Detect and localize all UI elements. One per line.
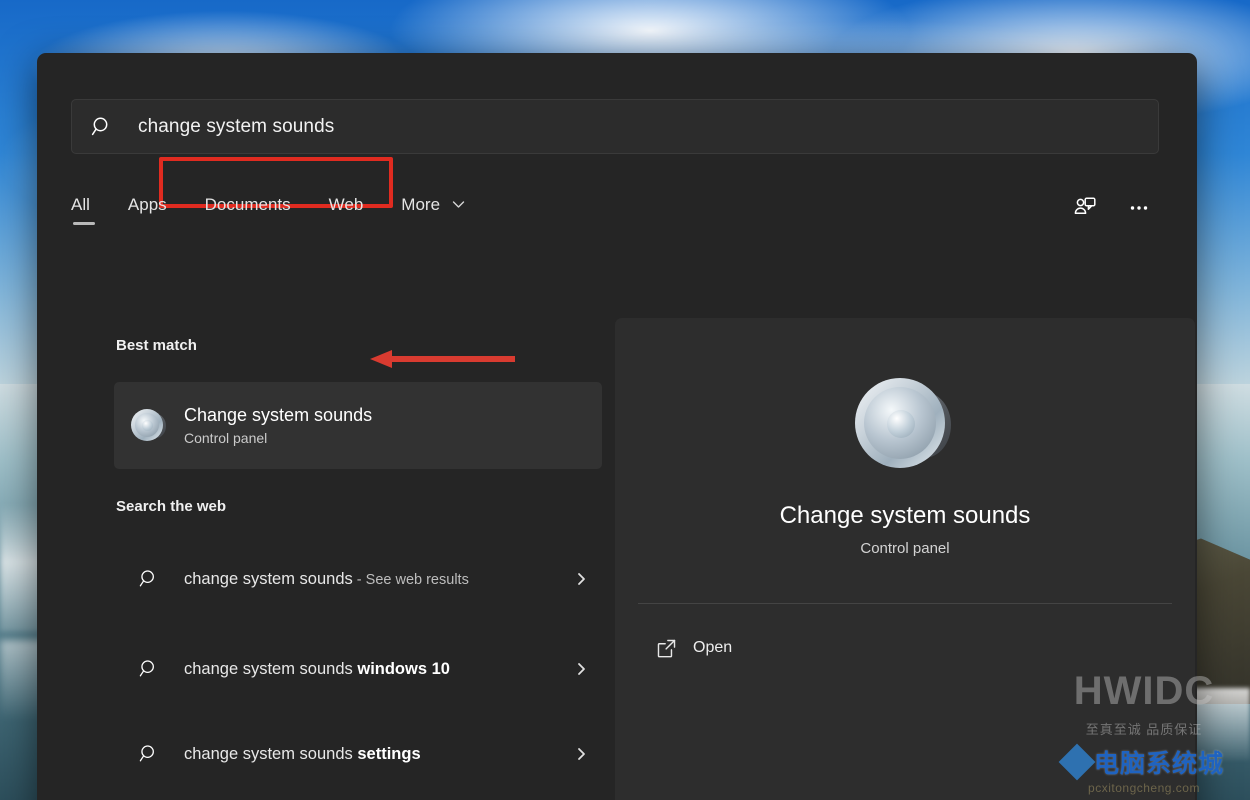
best-match-result-item[interactable]: Change system sounds Control panel (114, 382, 602, 469)
chevron-down-icon (452, 198, 465, 212)
preview-subtitle: Control panel (615, 540, 1195, 557)
preview-pane: Change system sounds Control panel Open (615, 318, 1195, 800)
search-flyout-panel: All Apps Documents Web More (37, 53, 1197, 800)
tab-documents[interactable]: Documents (205, 191, 291, 225)
tab-apps[interactable]: Apps (128, 191, 167, 225)
search-icon (72, 115, 132, 139)
web-suggestion-text: change system sounds windows 10 (184, 654, 562, 685)
tab-more-label: More (401, 195, 440, 214)
tab-apps-label: Apps (128, 195, 167, 214)
best-match-title: Change system sounds (184, 405, 372, 426)
web-suggestion-query: change system sounds (184, 570, 353, 588)
open-action-label: Open (693, 639, 732, 657)
search-icon (114, 743, 184, 765)
web-suggestion-query: change system sounds (184, 660, 357, 678)
search-filter-tabs: All Apps Documents Web More (71, 177, 1159, 239)
more-options-icon[interactable] (1119, 188, 1159, 228)
web-suggestion-text: change system sounds - See web results (184, 564, 562, 595)
chevron-right-icon[interactable] (562, 571, 602, 587)
web-suggestion-suffix: windows 10 (357, 660, 450, 678)
preview-title: Change system sounds (615, 502, 1195, 530)
tab-documents-label: Documents (205, 195, 291, 214)
preview-divider (638, 603, 1172, 604)
web-suggestion-text: change system sounds settings (184, 739, 562, 770)
open-external-icon (639, 638, 693, 659)
web-suggestion-item[interactable]: change system sounds settings (114, 730, 602, 778)
search-icon (114, 568, 184, 590)
search-box[interactable] (71, 99, 1159, 154)
tab-web-label: Web (329, 195, 364, 214)
tab-all[interactable]: All (71, 191, 90, 225)
results-area: Best match Change system sounds Contr (37, 249, 1197, 800)
open-action-button[interactable]: Open (635, 626, 1195, 670)
chevron-right-icon[interactable] (562, 661, 602, 677)
tab-web[interactable]: Web (329, 191, 364, 225)
desktop-wallpaper: All Apps Documents Web More (0, 0, 1250, 800)
web-suggestion-item[interactable]: change system sounds control (114, 793, 602, 800)
tab-all-label: All (71, 195, 90, 214)
chevron-right-icon[interactable] (562, 746, 602, 762)
search-the-web-header: Search the web (37, 498, 226, 515)
web-suggestion-query: change system sounds (184, 745, 357, 763)
speaker-icon (615, 370, 1195, 480)
tab-more[interactable]: More (401, 191, 464, 225)
web-suggestion-item[interactable]: change system sounds windows 10 (114, 639, 602, 699)
speaker-icon (114, 409, 184, 443)
best-match-header: Best match (37, 337, 197, 354)
feedback-icon[interactable] (1065, 188, 1105, 228)
web-suggestion-item[interactable]: change system sounds - See web results (114, 549, 602, 609)
best-match-subtitle: Control panel (184, 430, 372, 446)
results-list: Best match Change system sounds Contr (37, 249, 615, 800)
search-input[interactable] (132, 116, 1158, 138)
search-icon (114, 658, 184, 680)
web-suggestion-suffix: - See web results (353, 572, 469, 588)
web-suggestion-suffix: settings (357, 745, 420, 763)
